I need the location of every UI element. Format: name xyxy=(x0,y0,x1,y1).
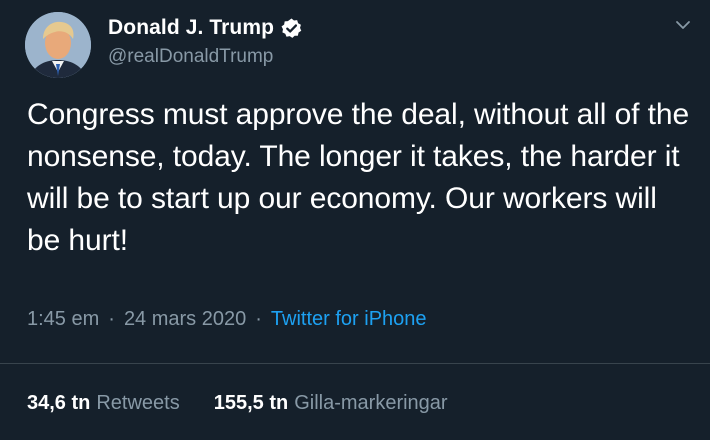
display-name[interactable]: Donald J. Trump xyxy=(108,16,274,40)
avatar[interactable] xyxy=(25,12,91,78)
likes-count: 155,5 tn xyxy=(213,392,289,414)
tweet-date[interactable]: 24 mars 2020 xyxy=(124,308,246,331)
chevron-down-icon[interactable] xyxy=(674,16,692,34)
retweets-label: Retweets xyxy=(96,392,180,414)
tweet-time[interactable]: 1:45 em xyxy=(27,308,99,331)
author-name-row[interactable]: Donald J. Trump xyxy=(108,12,303,44)
meta-separator: · xyxy=(108,308,115,330)
tweet-text: Congress must approve the deal, without … xyxy=(27,98,690,257)
tweet-card: Donald J. Trump @realDonaldTrump Congres… xyxy=(0,0,710,440)
engagement-stats: 34,6 tn Retweets 155,5 tn Gilla-markerin… xyxy=(27,392,448,415)
retweets-stat[interactable]: 34,6 tn Retweets xyxy=(27,392,180,415)
likes-label: Gilla-markeringar xyxy=(294,392,448,414)
tweet-source-link[interactable]: Twitter for iPhone xyxy=(271,308,427,331)
divider xyxy=(0,363,710,364)
verified-badge-icon xyxy=(280,17,303,40)
likes-stat[interactable]: 155,5 tn Gilla-markeringar xyxy=(214,392,448,415)
meta-separator: · xyxy=(255,308,262,330)
retweets-count: 34,6 tn xyxy=(27,392,91,414)
author-handle[interactable]: @realDonaldTrump xyxy=(108,46,273,68)
tweet-meta: 1:45 em · 24 mars 2020 · Twitter for iPh… xyxy=(27,308,427,331)
